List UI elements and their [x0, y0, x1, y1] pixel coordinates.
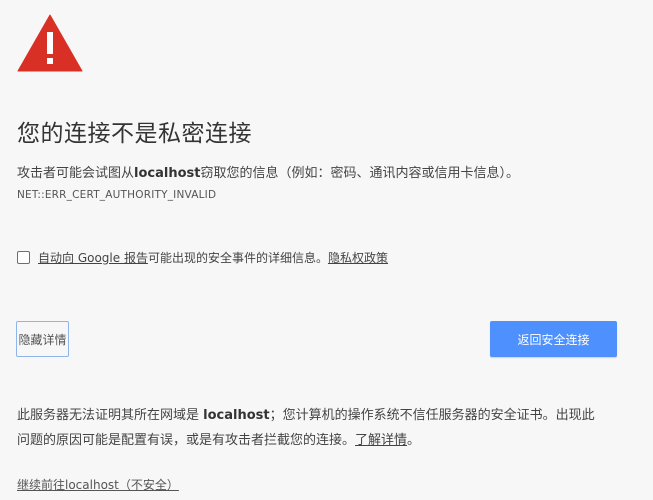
page-title: 您的连接不是私密连接	[17, 121, 252, 147]
report-to-google-link[interactable]: 自动向 Google 报告	[38, 249, 148, 266]
description-text-end: 窃取您的信息（例如：密码、通讯内容或信用卡信息）。	[200, 166, 519, 181]
explanation-text: 此服务器无法证明其所在网域是	[17, 408, 204, 423]
warning-triangle-icon	[17, 14, 83, 72]
host-name: localhost	[134, 166, 201, 181]
interstitial-page: 您的连接不是私密连接 攻击者可能会试图从localhost窃取您的信息（例如：密…	[0, 0, 653, 500]
opt-in-text: 可能出现的安全事件的详细信息。	[147, 251, 328, 265]
privacy-policy-link[interactable]: 隐私权政策	[328, 249, 388, 266]
explanation-host: localhost	[203, 408, 270, 423]
hide-details-button[interactable]: 隐藏详情	[16, 321, 69, 357]
error-code: NET::ERR_CERT_AUTHORITY_INVALID	[17, 189, 217, 201]
back-to-safety-button[interactable]: 返回安全连接	[490, 321, 617, 357]
description-text: 攻击者可能会试图从	[17, 166, 135, 181]
details-explanation: 此服务器无法证明其所在网域是 localhost；您计算机的操作系统不信任服务器…	[17, 403, 597, 453]
explanation-period: 。	[407, 433, 421, 448]
safe-browsing-opt-in: 自动向 Google 报告 可能出现的安全事件的详细信息。 隐私权政策	[17, 249, 388, 266]
proceed-unsafe-link[interactable]: 继续前往localhost（不安全）	[17, 476, 179, 493]
threat-description: 攻击者可能会试图从localhost窃取您的信息（例如：密码、通讯内容或信用卡信…	[17, 162, 519, 181]
learn-more-link[interactable]: 了解详情	[355, 433, 407, 448]
report-checkbox[interactable]	[17, 251, 30, 264]
